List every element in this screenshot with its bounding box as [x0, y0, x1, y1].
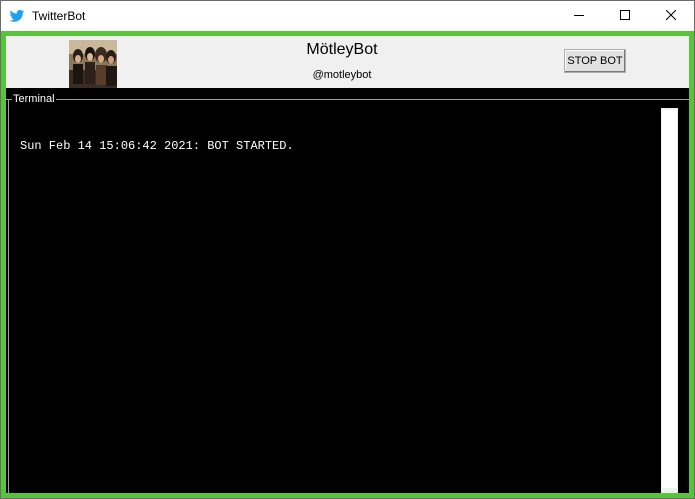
terminal-label: Terminal	[12, 93, 56, 105]
terminal-panel: Terminal Sun Feb 14 15:06:42 2021: BOT S…	[6, 88, 689, 493]
window-title: TwitterBot	[32, 9, 86, 23]
bot-header: MötleyBot @motleybot STOP BOT	[6, 36, 689, 88]
bot-name: MötleyBot	[306, 41, 378, 58]
close-button[interactable]	[648, 1, 694, 31]
title-bar[interactable]: TwitterBot	[1, 1, 694, 31]
twitter-bird-icon	[9, 8, 25, 24]
minimize-button[interactable]	[556, 1, 602, 31]
terminal-scrollbar[interactable]	[661, 108, 678, 493]
app-frame: MötleyBot @motleybot STOP BOT Terminal S…	[1, 31, 694, 498]
avatar	[69, 40, 117, 88]
minimize-icon	[574, 7, 584, 25]
terminal-output[interactable]: Sun Feb 14 15:06:42 2021: BOT STARTED.	[20, 111, 294, 181]
terminal-frame-line	[6, 99, 689, 100]
close-icon	[665, 7, 677, 25]
app-window: TwitterBot MötleyBot @motleybot STOP BOT…	[0, 0, 695, 499]
scrollbar-thumb[interactable]	[662, 110, 677, 488]
terminal-frame-edge	[8, 99, 9, 493]
maximize-button[interactable]	[602, 1, 648, 31]
maximize-icon	[620, 7, 630, 25]
stop-bot-button[interactable]: STOP BOT	[564, 49, 626, 73]
bot-handle: @motleybot	[312, 69, 372, 81]
terminal-line: Sun Feb 14 15:06:42 2021: BOT STARTED.	[20, 139, 294, 153]
